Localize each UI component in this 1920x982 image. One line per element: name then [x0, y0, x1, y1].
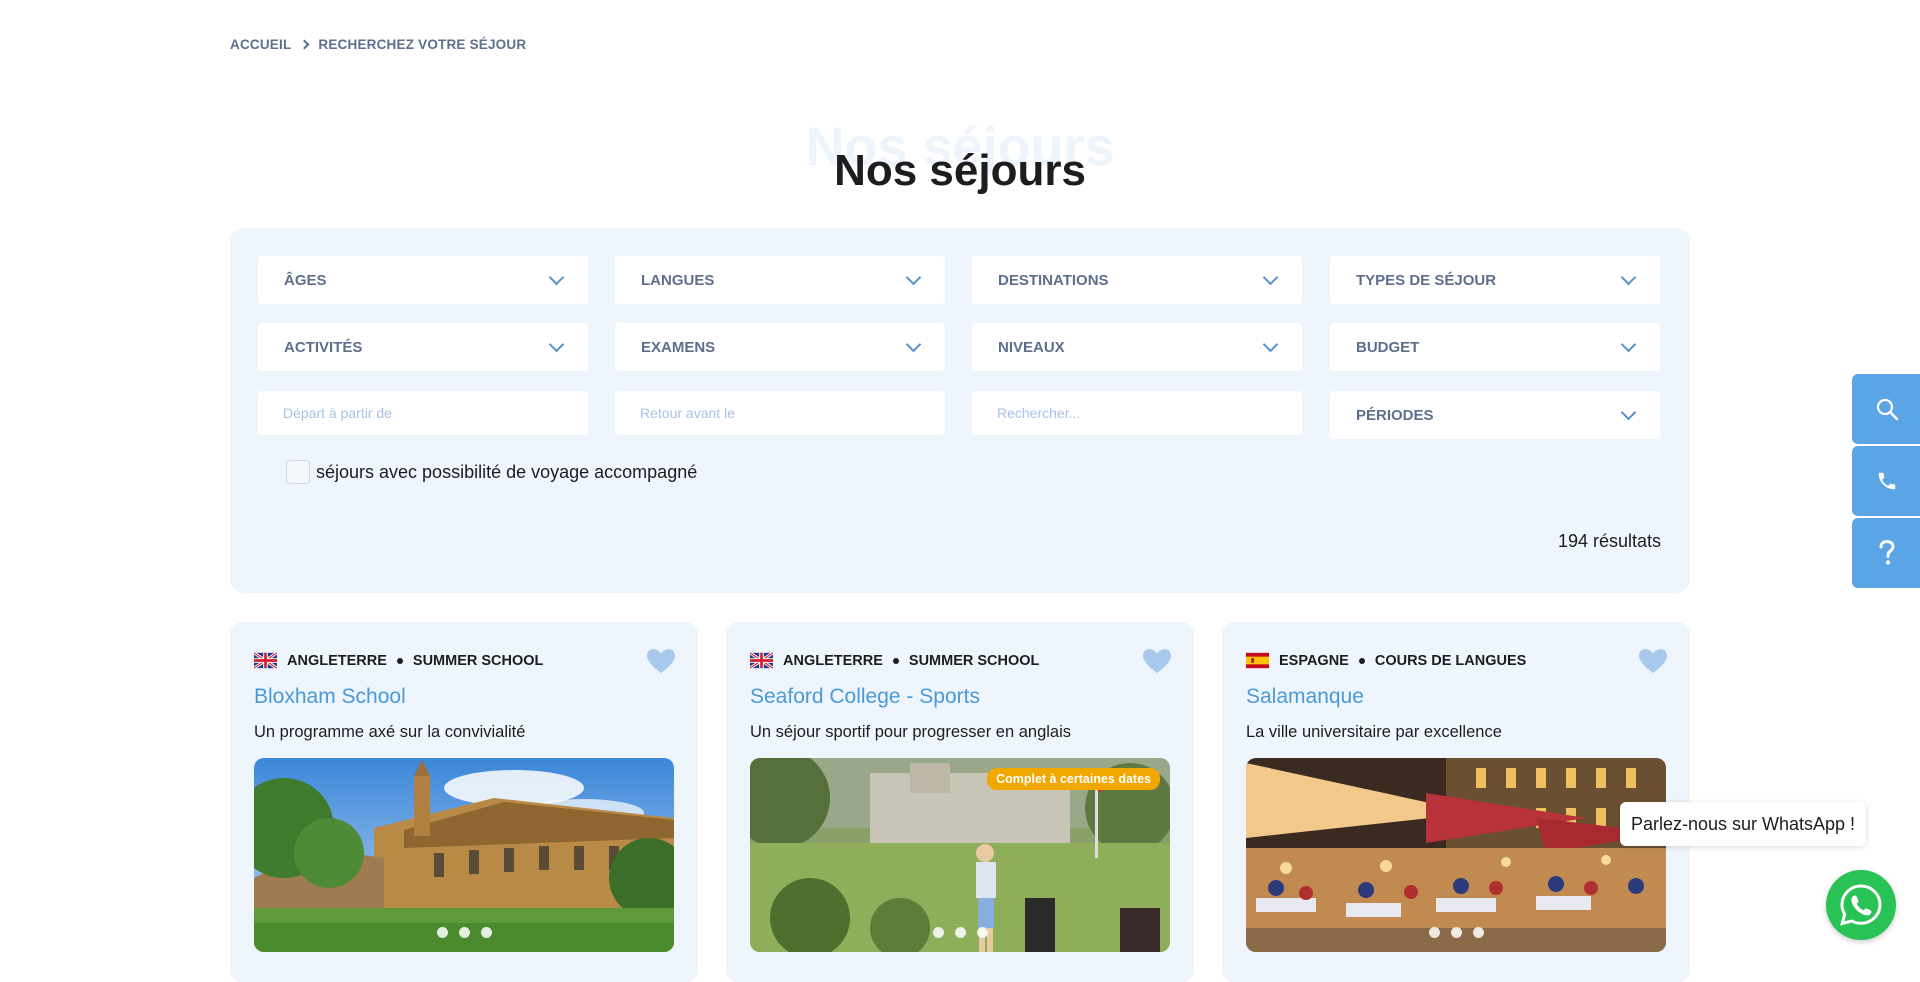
breadcrumb-current: RECHERCHEZ VOTRE SÉJOUR: [318, 37, 527, 52]
card-image[interactable]: [1246, 758, 1666, 952]
card-image[interactable]: [254, 758, 674, 952]
filter-destinations-label: DESTINATIONS: [998, 271, 1109, 289]
filter-budget-label: BUDGET: [1356, 338, 1420, 356]
card-meta: ANGLETERRE SUMMER SCHOOL: [254, 652, 543, 669]
filter-types-select[interactable]: TYPES DE SÉJOUR: [1330, 256, 1660, 304]
filter-activites-select[interactable]: ACTIVITÉS: [258, 323, 588, 371]
retour-date-input[interactable]: [615, 391, 945, 435]
filter-examens-label: EXAMENS: [641, 338, 716, 356]
accompanied-label: séjours avec possibilité de voyage accom…: [316, 461, 698, 482]
filter-niveaux-label: NIVEAUX: [998, 338, 1065, 356]
card-subtitle: Un programme axé sur la convivialité: [254, 723, 526, 741]
results-count: 194 résultats: [1557, 531, 1661, 551]
carousel-dots: [750, 927, 1170, 938]
filter-examens-select[interactable]: EXAMENS: [615, 323, 945, 371]
filter-periodes-label: PÉRIODES: [1356, 406, 1434, 424]
carousel-dot[interactable]: [954, 927, 966, 938]
phone-icon: [1878, 472, 1896, 490]
dot-separator: [396, 657, 403, 664]
stay-card[interactable]: ANGLETERRE SUMMER SCHOOL Seaford College…: [726, 622, 1194, 982]
chevron-right-icon: [299, 39, 310, 50]
filter-periodes-select[interactable]: PÉRIODES: [1330, 391, 1660, 439]
card-title-link[interactable]: Bloxham School: [254, 685, 406, 709]
card-meta: ESPAGNE COURS DE LANGUES: [1246, 652, 1526, 669]
stay-card[interactable]: ESPAGNE COURS DE LANGUES Salamanque La v…: [1222, 622, 1690, 982]
card-type: SUMMER SCHOOL: [908, 652, 1040, 669]
salamanca-square-photo: [1246, 758, 1666, 952]
stay-card[interactable]: ANGLETERRE SUMMER SCHOOL Bloxham School …: [230, 622, 698, 982]
whatsapp-icon: [1840, 884, 1882, 926]
chevron-down-icon: [905, 336, 922, 352]
breadcrumb: ACCUEIL RECHERCHEZ VOTRE SÉJOUR: [230, 37, 526, 52]
chevron-down-icon: [1262, 269, 1279, 285]
filter-langues-label: LANGUES: [641, 271, 715, 289]
accompanied-checkbox-row[interactable]: séjours avec possibilité de voyage accom…: [286, 460, 697, 484]
page-title: Nos séjours: [834, 146, 1086, 195]
breadcrumb-home-link[interactable]: ACCUEIL: [230, 37, 291, 52]
carousel-dots: [1246, 927, 1666, 938]
carousel-dot[interactable]: [976, 927, 988, 938]
card-title-link[interactable]: Salamanque: [1246, 685, 1364, 709]
search-input[interactable]: [972, 391, 1302, 435]
filter-ages-label: ÂGES: [284, 271, 327, 289]
filter-types-label: TYPES DE SÉJOUR: [1356, 271, 1497, 289]
side-search-button[interactable]: [1852, 374, 1920, 444]
availability-badge: Complet à certaines dates: [987, 768, 1160, 790]
carousel-dot[interactable]: [1428, 927, 1440, 938]
card-country: ESPAGNE: [1279, 652, 1349, 669]
accompanied-checkbox[interactable]: [286, 460, 310, 484]
carousel-dot[interactable]: [1472, 927, 1484, 938]
spain-flag-icon: [1246, 652, 1269, 669]
carousel-dot[interactable]: [436, 927, 448, 938]
filter-activites-label: ACTIVITÉS: [284, 338, 363, 356]
uk-flag-icon: [750, 652, 773, 669]
card-image[interactable]: Complet à certaines dates: [750, 758, 1170, 952]
card-type: COURS DE LANGUES: [1374, 652, 1527, 669]
filter-budget-select[interactable]: BUDGET: [1330, 323, 1660, 371]
whatsapp-button[interactable]: [1826, 870, 1896, 940]
filter-niveaux-select[interactable]: NIVEAUX: [972, 323, 1302, 371]
card-title-link[interactable]: Seaford College - Sports: [750, 685, 980, 709]
chevron-down-icon: [548, 336, 565, 352]
heart-icon[interactable]: [1142, 648, 1172, 674]
search-icon: [1876, 398, 1899, 421]
side-phone-button[interactable]: [1852, 446, 1920, 516]
chevron-down-icon: [1262, 336, 1279, 352]
depart-date-input[interactable]: [258, 391, 588, 435]
question-mark-icon: [1879, 540, 1895, 565]
card-subtitle: La ville universitaire par excellence: [1246, 723, 1502, 741]
carousel-dots: [254, 927, 674, 938]
carousel-dot[interactable]: [932, 927, 944, 938]
card-country: ANGLETERRE: [783, 652, 883, 669]
dot-separator: [892, 657, 899, 664]
heart-icon[interactable]: [1638, 648, 1668, 674]
dot-separator: [1358, 657, 1365, 664]
card-type: SUMMER SCHOOL: [412, 652, 544, 669]
filter-ages-select[interactable]: ÂGES: [258, 256, 588, 304]
card-meta: ANGLETERRE SUMMER SCHOOL: [750, 652, 1039, 669]
chevron-down-icon: [1620, 336, 1637, 352]
filter-destinations-select[interactable]: DESTINATIONS: [972, 256, 1302, 304]
carousel-dot[interactable]: [1450, 927, 1462, 938]
card-subtitle: Un séjour sportif pour progresser en ang…: [750, 723, 1072, 741]
page-title-block: Nos séjours Nos séjours: [0, 108, 1920, 198]
heart-icon[interactable]: [646, 648, 676, 674]
uk-flag-icon: [254, 652, 277, 669]
chevron-down-icon: [1620, 269, 1637, 285]
school-building-photo: [254, 758, 674, 952]
carousel-dot[interactable]: [458, 927, 470, 938]
whatsapp-bubble[interactable]: Parlez-nous sur WhatsApp !: [1620, 802, 1866, 846]
carousel-dot[interactable]: [480, 927, 492, 938]
chevron-down-icon: [1620, 404, 1637, 420]
chevron-down-icon: [905, 269, 922, 285]
chevron-down-icon: [548, 269, 565, 285]
side-help-button[interactable]: [1852, 518, 1920, 588]
filter-langues-select[interactable]: LANGUES: [615, 256, 945, 304]
filter-panel: ÂGES LANGUES DESTINATIONS TYPES DE SÉJOU…: [230, 228, 1690, 593]
card-country: ANGLETERRE: [287, 652, 387, 669]
